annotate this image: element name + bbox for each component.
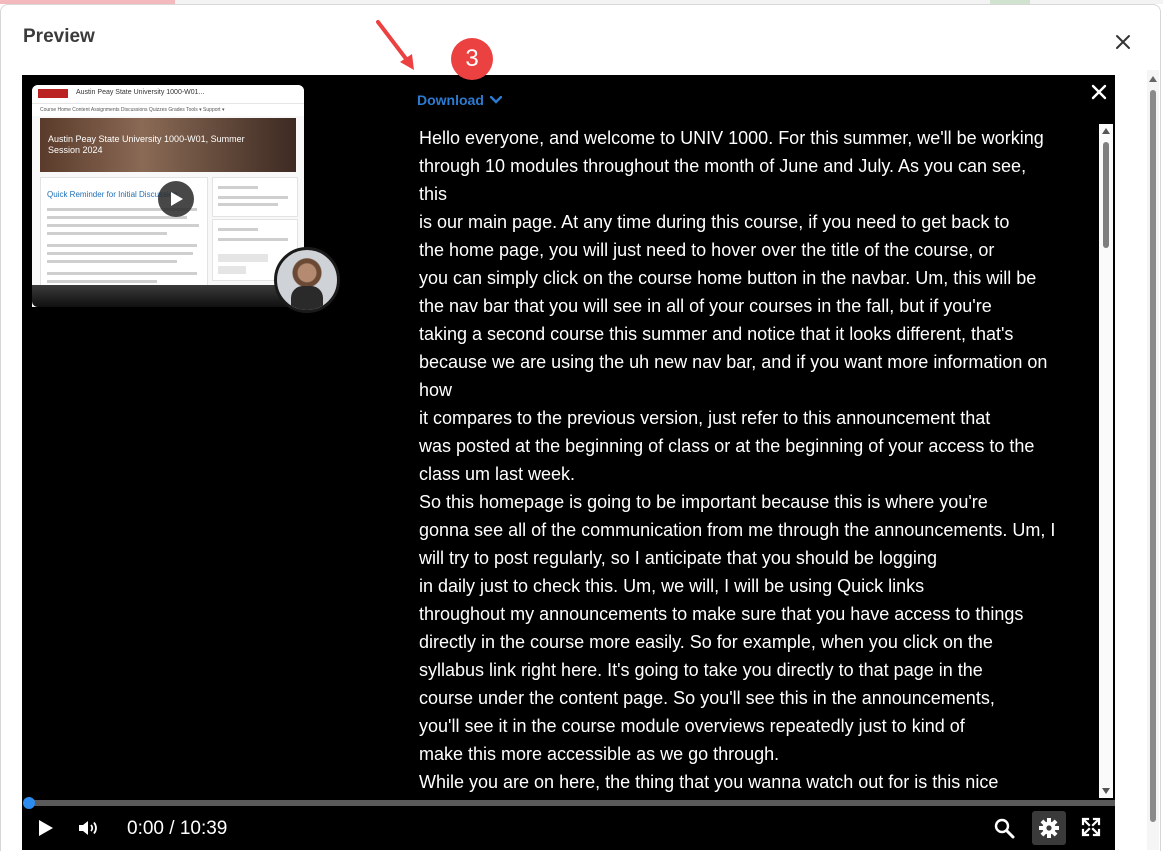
transcript-line[interactable]: in daily just to check this. Um, we will… — [419, 572, 1099, 600]
transcript-line[interactable]: through 10 modules throughout the month … — [419, 152, 1099, 180]
player-controls: 0:00 / 10:39 — [22, 806, 1115, 850]
dialog-scrollbar[interactable] — [1147, 70, 1159, 850]
download-menu-button[interactable]: Download — [417, 92, 502, 108]
frame-header: Austin Peay State University 1000-W01... — [32, 85, 304, 104]
dialog-title: Preview — [23, 26, 95, 47]
transcript-line[interactable]: was posted at the beginning of class or … — [419, 432, 1099, 460]
play-overlay-button[interactable] — [158, 181, 194, 217]
presenter-figure — [291, 286, 323, 310]
transcript-line[interactable]: this — [419, 180, 1099, 208]
transcript-line[interactable]: So this homepage is going to be importan… — [419, 488, 1099, 516]
transcript-line[interactable]: how — [419, 376, 1099, 404]
video-frame: Austin Peay State University 1000-W01...… — [32, 85, 304, 307]
fullscreen-button[interactable] — [1081, 817, 1101, 837]
video-player[interactable]: Austin Peay State University 1000-W01...… — [22, 75, 1115, 850]
transcript-scrollbar[interactable] — [1099, 124, 1113, 798]
close-icon — [1091, 84, 1107, 100]
gear-icon — [1039, 818, 1059, 838]
transcript-line[interactable]: the nav bar that you will see in all of … — [419, 292, 1099, 320]
fullscreen-icon — [1081, 817, 1101, 837]
volume-button[interactable] — [78, 819, 100, 837]
presenter-webcam — [274, 247, 340, 313]
play-icon — [171, 192, 183, 206]
transcript-line[interactable]: you can simply click on the course home … — [419, 264, 1099, 292]
close-icon — [1116, 35, 1130, 49]
scrollbar-thumb[interactable] — [1103, 142, 1109, 248]
transcript-line[interactable]: syllabus link right here. It's going to … — [419, 656, 1099, 684]
transcript-line[interactable]: is our main page. At any time during thi… — [419, 208, 1099, 236]
scroll-up-arrow-icon[interactable] — [1102, 128, 1110, 134]
transcript-line[interactable]: make this more accessible as we go throu… — [419, 740, 1099, 768]
university-logo — [38, 89, 68, 98]
close-transcript-button[interactable] — [1088, 81, 1110, 103]
transcript-line[interactable]: Hello everyone, and welcome to UNIV 1000… — [419, 124, 1099, 152]
transcript-panel[interactable]: Hello everyone, and welcome to UNIV 1000… — [419, 124, 1099, 796]
search-transcript-button[interactable] — [993, 817, 1015, 839]
transcript-line[interactable]: class um last week. — [419, 460, 1099, 488]
transcript-line[interactable]: directly in the course more easily. So f… — [419, 628, 1099, 656]
search-icon — [994, 818, 1015, 839]
scroll-down-arrow-icon[interactable] — [1102, 788, 1110, 794]
dialog-close-button[interactable] — [1112, 31, 1134, 53]
chevron-down-icon — [489, 96, 502, 104]
transcript-line[interactable]: While you are on here, the thing that yo… — [419, 768, 1099, 796]
transcript-line[interactable]: the home page, you will just need to hov… — [419, 236, 1099, 264]
transcript-line[interactable]: it compares to the previous version, jus… — [419, 404, 1099, 432]
transcript-line[interactable]: will try to post regularly, so I anticip… — [419, 544, 1099, 572]
play-button[interactable] — [38, 819, 54, 837]
scrollbar-thumb[interactable] — [1150, 90, 1156, 822]
settings-button[interactable] — [1032, 811, 1066, 845]
annotation-arrow-icon — [376, 20, 414, 70]
playback-time: 0:00 / 10:39 — [127, 818, 228, 839]
transcript-line[interactable]: because we are using the uh new nav bar,… — [419, 348, 1099, 376]
frame-updates-card — [212, 177, 298, 217]
frame-banner-title: Austin Peay State University 1000-W01, S… — [48, 134, 245, 155]
scroll-up-arrow-icon[interactable] — [1149, 76, 1157, 82]
play-icon — [39, 820, 53, 836]
download-label: Download — [417, 92, 484, 108]
frame-course-title: Austin Peay State University 1000-W01... — [76, 89, 205, 96]
transcript-line[interactable]: gonna see all of the communication from … — [419, 516, 1099, 544]
annotation-step-badge: 3 — [451, 38, 493, 80]
transcript-line[interactable]: you'll see it in the course module overv… — [419, 712, 1099, 740]
frame-banner: Austin Peay State University 1000-W01, S… — [40, 118, 296, 172]
frame-navbar: Course Home Content Assignments Discussi… — [32, 104, 304, 116]
volume-icon — [79, 821, 97, 835]
transcript-line[interactable]: course under the content page. So you'll… — [419, 684, 1099, 712]
transcript-line[interactable]: throughout my announcements to make sure… — [419, 600, 1099, 628]
frame-reflection — [32, 285, 314, 307]
transcript-line[interactable]: taking a second course this summer and n… — [419, 320, 1099, 348]
